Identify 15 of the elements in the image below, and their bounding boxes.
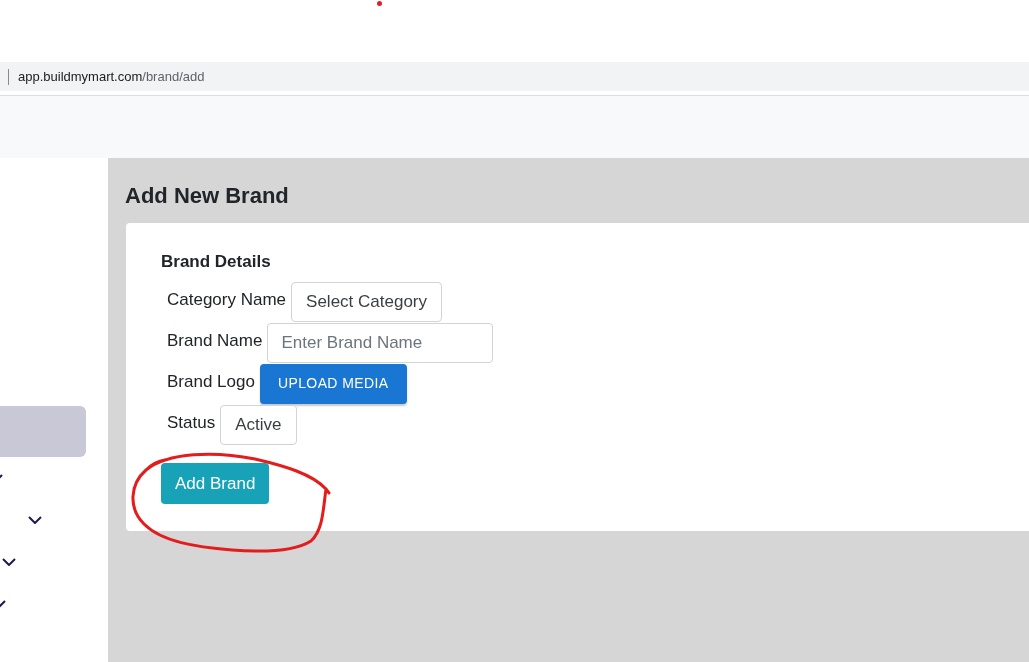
field-label: Category Name: [167, 288, 287, 311]
dot-icon: [377, 1, 382, 6]
text-input-field[interactable]: Enter Brand Name: [267, 322, 494, 363]
chevron-down-icon[interactable]: [0, 600, 6, 608]
field-label: Brand Logo: [167, 370, 255, 393]
chevron-down-icon[interactable]: [2, 558, 16, 566]
upload-media-button[interactable]: UPLOAD MEDIA: [259, 363, 407, 404]
field-label: Brand Name: [167, 329, 263, 352]
page-title: Add New Brand: [125, 183, 289, 209]
section-title: Brand Details: [161, 251, 271, 273]
select-field[interactable]: Select Category: [291, 281, 442, 322]
address-bar-url[interactable]: app.buildmymart.com/brand/add: [18, 66, 205, 87]
field-label: Status: [167, 411, 216, 434]
select-field[interactable]: Active: [220, 404, 297, 445]
chevron-down-icon[interactable]: [28, 516, 42, 524]
